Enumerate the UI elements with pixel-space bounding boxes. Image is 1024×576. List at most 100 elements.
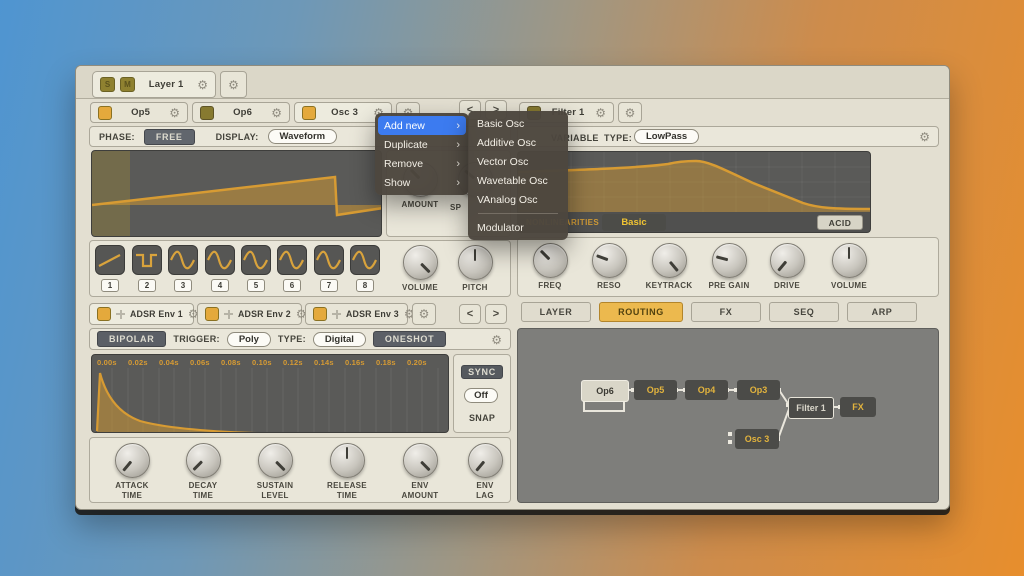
menu-item-duplicate[interactable]: Duplicate› bbox=[375, 135, 469, 154]
move-icon[interactable] bbox=[332, 310, 341, 319]
tab-arp[interactable]: ARP bbox=[847, 302, 917, 322]
display-label: DISPLAY: bbox=[216, 132, 259, 142]
osc3-enable-checkbox[interactable] bbox=[302, 106, 316, 120]
osc-pitch-knob[interactable] bbox=[458, 245, 493, 280]
wave-tile-sine[interactable] bbox=[205, 245, 235, 275]
routing-node-op5[interactable]: Op5 bbox=[634, 380, 677, 400]
env-sync-panel: SYNC Off SNAP bbox=[453, 354, 511, 433]
sync-button[interactable]: SYNC bbox=[461, 365, 503, 379]
routing-node-osc3[interactable]: Osc 3 bbox=[735, 429, 779, 449]
tab-layer[interactable]: LAYER bbox=[521, 302, 591, 322]
partial-6-badge[interactable]: 6 bbox=[283, 279, 301, 292]
osc-waveform-display[interactable] bbox=[91, 150, 382, 237]
move-icon[interactable] bbox=[116, 310, 125, 319]
wave-tile-saw[interactable] bbox=[95, 245, 125, 275]
envelope-display[interactable]: 0.00s 0.02s 0.04s 0.06s 0.08s 0.10s 0.12… bbox=[91, 354, 449, 433]
wave-tile-sine[interactable] bbox=[314, 245, 344, 275]
menu-item-remove[interactable]: Remove› bbox=[375, 154, 469, 173]
partial-2-badge[interactable]: 2 bbox=[138, 279, 156, 292]
tab-seq[interactable]: SEQ bbox=[769, 302, 839, 322]
mute-button[interactable]: M bbox=[120, 77, 135, 92]
tab-op5[interactable]: Op5 ⚙ bbox=[90, 102, 188, 123]
env3-enable-checkbox[interactable] bbox=[313, 307, 327, 321]
env-type-select[interactable]: Digital bbox=[313, 332, 366, 347]
routing-node-op3[interactable]: Op3 bbox=[737, 380, 780, 400]
menu-item-add-new[interactable]: Add new› bbox=[378, 116, 466, 135]
gear-icon[interactable]: ⚙ bbox=[169, 107, 180, 119]
gear-icon[interactable]: ⚙ bbox=[491, 334, 502, 346]
filter-volume-knob[interactable] bbox=[832, 243, 867, 278]
gear-icon[interactable]: ⚙ bbox=[271, 107, 282, 119]
op6-enable-checkbox[interactable] bbox=[200, 106, 214, 120]
submenu-item-basic-osc[interactable]: Basic Osc bbox=[468, 114, 568, 133]
wave-tile-square[interactable] bbox=[132, 245, 162, 275]
oneshot-button[interactable]: ONESHOT bbox=[373, 331, 446, 347]
freq-knob[interactable] bbox=[533, 243, 568, 278]
gear-icon[interactable]: ⚙ bbox=[228, 79, 239, 91]
routing-node-op4[interactable]: Op4 bbox=[685, 380, 728, 400]
filter-response-display[interactable]: NONLINEARITIES Basic ACID bbox=[517, 151, 871, 233]
acid-button[interactable]: ACID bbox=[817, 215, 863, 230]
partial-8-badge[interactable]: 8 bbox=[356, 279, 374, 292]
trigger-select[interactable]: Poly bbox=[227, 332, 271, 347]
tab-adsr-env-3[interactable]: ADSR Env 3 ⚙ bbox=[305, 303, 408, 325]
drive-knob[interactable] bbox=[770, 243, 805, 278]
op5-enable-checkbox[interactable] bbox=[98, 106, 112, 120]
env-amount-knob[interactable] bbox=[403, 443, 438, 478]
pre-gain-knob[interactable] bbox=[712, 243, 747, 278]
gear-icon[interactable]: ⚙ bbox=[595, 107, 606, 119]
tab-adsr-env-2[interactable]: ADSR Env 2 ⚙ bbox=[197, 303, 302, 325]
wave-tile-sine[interactable] bbox=[350, 245, 380, 275]
submenu-item-vanalog-osc[interactable]: VAnalog Osc bbox=[468, 190, 568, 209]
gear-icon[interactable]: ⚙ bbox=[419, 308, 430, 320]
wave-tile-sine[interactable] bbox=[168, 245, 198, 275]
filter-type-select[interactable]: LowPass bbox=[634, 129, 699, 144]
display-mode-select[interactable]: Waveform bbox=[268, 129, 338, 144]
partial-3-badge[interactable]: 3 bbox=[174, 279, 192, 292]
gear-icon[interactable]: ⚙ bbox=[197, 79, 208, 91]
attack-time-knob[interactable] bbox=[115, 443, 150, 478]
gear-icon[interactable]: ⚙ bbox=[625, 107, 636, 119]
tab-fx[interactable]: FX bbox=[691, 302, 761, 322]
reso-knob[interactable] bbox=[592, 243, 627, 278]
partial-7-badge[interactable]: 7 bbox=[320, 279, 338, 292]
submenu-item-wavetable-osc[interactable]: Wavetable Osc bbox=[468, 171, 568, 190]
decay-time-knob[interactable] bbox=[186, 443, 221, 478]
routing-node-filter1[interactable]: Filter 1 bbox=[788, 397, 834, 419]
env-add-tab[interactable]: ⚙ bbox=[412, 303, 436, 325]
tab-adsr-env-1[interactable]: ADSR Env 1 ⚙ bbox=[89, 303, 194, 325]
release-time-knob[interactable] bbox=[330, 443, 365, 478]
partial-5-badge[interactable]: 5 bbox=[247, 279, 265, 292]
env-prev-button[interactable]: < bbox=[459, 304, 481, 324]
bipolar-button[interactable]: BIPOLAR bbox=[97, 331, 166, 347]
phase-free-button[interactable]: FREE bbox=[144, 129, 195, 145]
wave-tile-sine[interactable] bbox=[241, 245, 271, 275]
sync-off-select[interactable]: Off bbox=[464, 388, 498, 403]
partial-4-badge[interactable]: 4 bbox=[211, 279, 229, 292]
routing-node-fx[interactable]: FX bbox=[840, 397, 876, 417]
routing-panel[interactable]: Op6 Op5 Op4 Op3 Osc 3 Filter 1 FX bbox=[517, 328, 939, 503]
nonlinearity-basic-button[interactable]: Basic bbox=[602, 214, 666, 231]
solo-button[interactable]: S bbox=[100, 77, 115, 92]
osc-volume-knob[interactable] bbox=[403, 245, 438, 280]
env1-enable-checkbox[interactable] bbox=[97, 307, 111, 321]
keytrack-knob[interactable] bbox=[652, 243, 687, 278]
routing-node-op6[interactable]: Op6 bbox=[581, 380, 629, 402]
gear-icon[interactable]: ⚙ bbox=[919, 131, 930, 143]
submenu-item-vector-osc[interactable]: Vector Osc bbox=[468, 152, 568, 171]
move-icon[interactable] bbox=[224, 310, 233, 319]
filter-add-tab[interactable]: ⚙ bbox=[618, 102, 642, 123]
env-lag-knob[interactable] bbox=[468, 443, 503, 478]
submenu-item-modulator[interactable]: Modulator bbox=[468, 218, 568, 237]
tab-op6[interactable]: Op6 ⚙ bbox=[192, 102, 290, 123]
partial-1-badge[interactable]: 1 bbox=[101, 279, 119, 292]
env2-enable-checkbox[interactable] bbox=[205, 307, 219, 321]
env-next-button[interactable]: > bbox=[485, 304, 507, 324]
wave-tile-sine[interactable] bbox=[277, 245, 307, 275]
tab-routing[interactable]: ROUTING bbox=[599, 302, 683, 322]
tab-layer-1[interactable]: S M Layer 1 ⚙ bbox=[92, 71, 216, 98]
menu-item-show[interactable]: Show› bbox=[375, 173, 469, 192]
sustain-level-knob[interactable] bbox=[258, 443, 293, 478]
layer-settings-tab[interactable]: ⚙ bbox=[220, 71, 247, 98]
submenu-item-additive-osc[interactable]: Additive Osc bbox=[468, 133, 568, 152]
